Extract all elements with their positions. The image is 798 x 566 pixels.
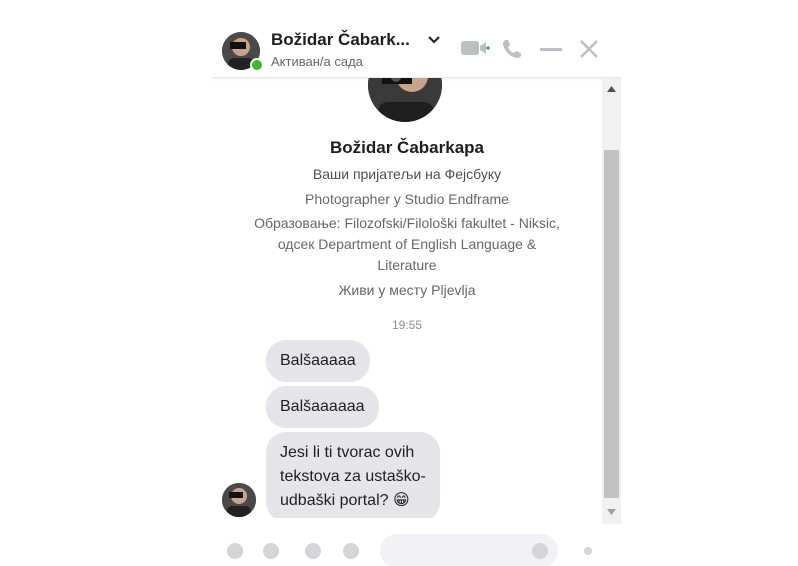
profile-education-line: одсек Department of English Language & — [277, 236, 537, 252]
scroll-up-arrow-icon[interactable] — [607, 86, 616, 92]
plus-icon[interactable] — [227, 543, 243, 559]
online-indicator — [250, 58, 264, 72]
chat-composer-bar — [212, 524, 621, 566]
profile-work-info: Photographer у Studio Endframe — [305, 191, 509, 207]
message-scrollbar[interactable] — [602, 78, 621, 524]
scroll-down-arrow-icon[interactable] — [607, 509, 616, 515]
profile-friends-info: Ваши пријатељи на Фејсбуку — [312, 166, 502, 182]
message-list: Božidar Čabarkapa Ваши пријатељи на Фејс… — [212, 78, 602, 518]
image-icon[interactable] — [263, 543, 279, 559]
gif-icon[interactable] — [343, 543, 359, 559]
message-bubble[interactable]: Balšaaaaaa — [266, 386, 379, 428]
contact-name[interactable]: Božidar Čabark... — [271, 30, 410, 50]
chat-header: Božidar Čabark... Активан/а сада — [212, 21, 621, 78]
scroll-thumb[interactable] — [604, 150, 619, 498]
video-call-icon[interactable] — [460, 38, 490, 58]
message-text: Balšaaaaa — [280, 352, 356, 369]
contact-status: Активан/а сада — [271, 54, 363, 69]
chevron-down-icon[interactable] — [428, 36, 440, 44]
message-text-line: tekstova za ustaško- — [280, 468, 426, 485]
like-icon[interactable] — [584, 547, 592, 555]
minimize-icon[interactable] — [540, 48, 562, 52]
message-bubble[interactable]: Balšaaaaa — [266, 340, 370, 382]
close-icon[interactable] — [579, 39, 599, 59]
sticker-icon[interactable] — [305, 543, 321, 559]
grin-emoji-icon: 😁 — [392, 492, 410, 509]
message-timestamp: 19:55 — [391, 318, 423, 332]
profile-name[interactable]: Božidar Čabarkapa — [212, 138, 602, 158]
message-text-line: Jesi li ti tvorac ovih — [280, 444, 415, 461]
message-bubble[interactable]: Jesi li ti tvorac ovih tekstova za ustaš… — [266, 432, 440, 518]
profile-education-line: Literature — [377, 257, 437, 273]
chat-window: Božidar Čabark... Активан/а сада Božidar… — [212, 21, 621, 566]
profile-education-line: Образовање: Filozofski/Filološki fakulte… — [254, 215, 560, 231]
sender-avatar[interactable] — [222, 483, 256, 517]
phone-icon[interactable] — [501, 38, 523, 60]
emoji-icon[interactable] — [532, 543, 548, 559]
message-text-line: udbaški portal? — [280, 492, 389, 509]
profile-avatar[interactable] — [368, 78, 442, 122]
profile-location-info: Живи у месту Pljevlja — [338, 282, 476, 298]
message-text: Balšaaaaaa — [280, 398, 365, 415]
